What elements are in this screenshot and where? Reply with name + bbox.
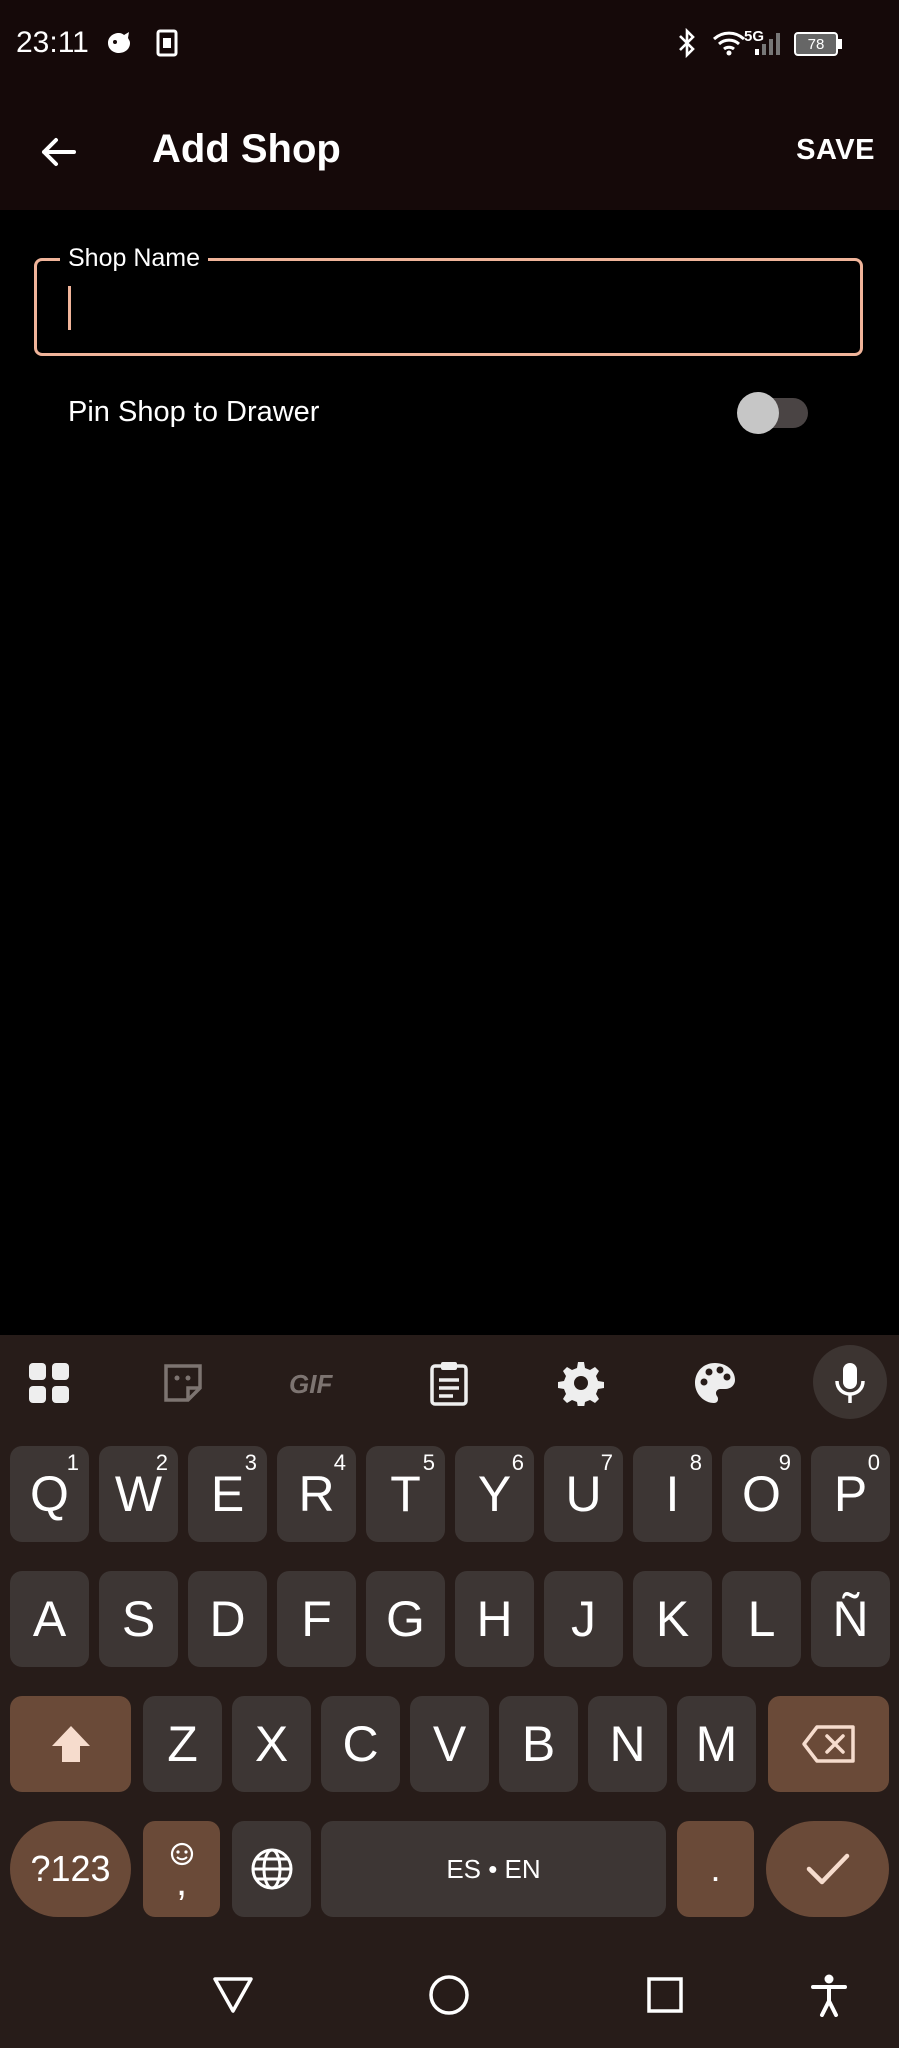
shift-button[interactable] xyxy=(10,1696,131,1792)
grid-icon xyxy=(29,1363,69,1403)
status-bar: 23:11 5G 78 xyxy=(0,0,899,92)
language-button[interactable] xyxy=(232,1821,311,1917)
gif-button[interactable]: GIF xyxy=(280,1350,350,1416)
shift-icon xyxy=(51,1726,90,1762)
key-u[interactable]: U7 xyxy=(544,1446,623,1542)
circle-home-icon xyxy=(429,1975,469,2015)
signal-icon xyxy=(752,26,784,60)
square-recents-icon xyxy=(647,1977,683,2013)
sticker-button[interactable] xyxy=(148,1350,218,1416)
nav-home-button[interactable] xyxy=(414,1965,484,2025)
sticker-icon xyxy=(164,1364,202,1402)
sim-icon xyxy=(152,26,182,60)
clipboard-icon xyxy=(430,1362,468,1406)
emoji-comma-button[interactable]: , xyxy=(143,1821,220,1917)
key-e[interactable]: E3 xyxy=(188,1446,267,1542)
svg-text:GIF: GIF xyxy=(289,1369,333,1398)
space-bar[interactable]: ES • EN xyxy=(321,1821,666,1917)
key-g[interactable]: G xyxy=(366,1571,445,1667)
key-w[interactable]: W2 xyxy=(99,1446,178,1542)
clipboard-button[interactable] xyxy=(414,1350,484,1416)
key-t[interactable]: T5 xyxy=(366,1446,445,1542)
shop-name-label: Shop Name xyxy=(60,244,209,273)
accessibility-button[interactable] xyxy=(794,1965,864,2025)
key-m[interactable]: M xyxy=(677,1696,756,1792)
key-q[interactable]: Q1 xyxy=(10,1446,89,1542)
key-c[interactable]: C xyxy=(321,1696,400,1792)
save-button[interactable]: SAVE xyxy=(796,134,875,167)
arrow-back-icon xyxy=(42,138,76,166)
globe-icon xyxy=(251,1848,292,1890)
key-p[interactable]: P0 xyxy=(811,1446,890,1542)
key-f[interactable]: F xyxy=(277,1571,356,1667)
key-k[interactable]: K xyxy=(633,1571,712,1667)
pin-shop-label: Pin Shop to Drawer xyxy=(68,396,320,428)
key-s[interactable]: S xyxy=(99,1571,178,1667)
key-d[interactable]: D xyxy=(188,1571,267,1667)
status-time: 23:11 xyxy=(16,26,89,59)
key-n-tilde[interactable]: Ñ xyxy=(811,1571,890,1667)
key-r[interactable]: R4 xyxy=(277,1446,356,1542)
period-button[interactable]: . xyxy=(677,1821,754,1917)
key-z[interactable]: Z xyxy=(143,1696,222,1792)
key-l[interactable]: L xyxy=(722,1571,801,1667)
comma-label: , xyxy=(175,1860,188,1904)
palette-icon xyxy=(695,1363,735,1403)
accessibility-icon xyxy=(811,1974,847,2017)
backspace-button[interactable] xyxy=(768,1696,889,1792)
battery-icon: 78 xyxy=(794,32,838,56)
key-v[interactable]: V xyxy=(410,1696,489,1792)
enter-button[interactable] xyxy=(766,1821,889,1917)
keyboard xyxy=(0,1335,899,2048)
apps-grid-button[interactable] xyxy=(14,1350,84,1416)
battery-tip xyxy=(838,39,842,49)
notification-icon xyxy=(102,26,136,60)
symbols-button[interactable]: ?123 xyxy=(10,1821,131,1917)
gif-icon: GIF xyxy=(289,1369,333,1398)
bluetooth-icon xyxy=(672,26,702,60)
key-b[interactable]: B xyxy=(499,1696,578,1792)
key-i[interactable]: I8 xyxy=(633,1446,712,1542)
mic-icon xyxy=(815,1350,885,1416)
pin-shop-toggle-thumb[interactable] xyxy=(737,392,779,434)
theme-button[interactable] xyxy=(680,1350,750,1416)
check-icon xyxy=(806,1853,849,1885)
app-bar: Add Shop SAVE xyxy=(0,92,899,210)
backspace-icon xyxy=(801,1725,855,1763)
key-n[interactable]: N xyxy=(588,1696,667,1792)
nav-back-button[interactable] xyxy=(198,1965,268,2025)
gear-icon xyxy=(558,1362,604,1406)
settings-button[interactable] xyxy=(546,1350,616,1416)
text-caret xyxy=(68,286,71,330)
page-title: Add Shop xyxy=(152,127,341,171)
nav-recents-button[interactable] xyxy=(630,1965,700,2025)
key-o[interactable]: O9 xyxy=(722,1446,801,1542)
triangle-back-icon xyxy=(213,1977,253,2013)
wifi-icon xyxy=(710,26,748,60)
key-a[interactable]: A xyxy=(10,1571,89,1667)
key-x[interactable]: X xyxy=(232,1696,311,1792)
back-button[interactable] xyxy=(28,122,88,182)
key-j[interactable]: J xyxy=(544,1571,623,1667)
key-y[interactable]: Y6 xyxy=(455,1446,534,1542)
key-h[interactable]: H xyxy=(455,1571,534,1667)
